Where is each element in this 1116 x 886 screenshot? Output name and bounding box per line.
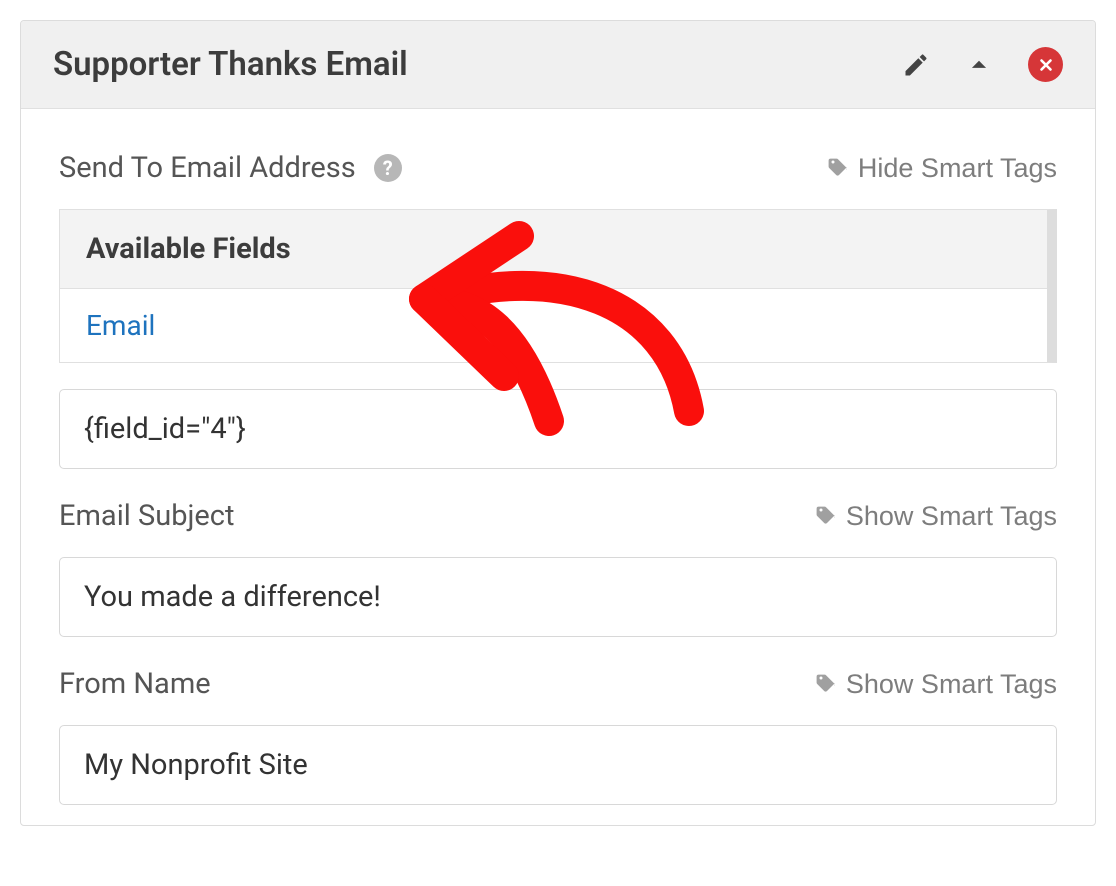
available-field-email[interactable]: Email xyxy=(60,289,1047,362)
send-to-input[interactable] xyxy=(59,389,1057,469)
hide-smart-tags-text: Hide Smart Tags xyxy=(858,153,1057,184)
email-subject-label: Email Subject xyxy=(59,499,234,533)
show-smart-tags-subject-button[interactable]: Show Smart Tags xyxy=(814,501,1057,532)
available-fields-panel: Available Fields Email xyxy=(59,209,1057,363)
tag-icon xyxy=(814,504,838,528)
panel-header: Supporter Thanks Email xyxy=(21,21,1095,109)
send-to-label: Send To Email Address ? xyxy=(59,151,402,185)
email-subject-row: Email Subject Show Smart Tags xyxy=(59,499,1057,533)
show-smart-tags-fromname-button[interactable]: Show Smart Tags xyxy=(814,669,1057,700)
from-name-input[interactable] xyxy=(59,725,1057,805)
help-icon[interactable]: ? xyxy=(374,154,402,182)
email-subject-input[interactable] xyxy=(59,557,1057,637)
show-smart-tags-fromname-text: Show Smart Tags xyxy=(846,669,1057,700)
panel-title: Supporter Thanks Email xyxy=(53,45,408,84)
tag-icon xyxy=(826,156,850,180)
panel-actions xyxy=(902,47,1063,82)
panel-body: Send To Email Address ? Hide Smart Tags … xyxy=(21,109,1095,825)
pencil-icon xyxy=(902,51,930,79)
available-fields-header: Available Fields xyxy=(60,210,1047,289)
show-smart-tags-subject-text: Show Smart Tags xyxy=(846,501,1057,532)
send-to-label-text: Send To Email Address xyxy=(59,151,356,185)
delete-button[interactable] xyxy=(1028,47,1063,82)
close-icon xyxy=(1028,47,1063,82)
edit-button[interactable] xyxy=(902,51,930,79)
send-to-row: Send To Email Address ? Hide Smart Tags xyxy=(59,151,1057,185)
from-name-block: From Name Show Smart Tags xyxy=(59,667,1057,805)
from-name-label: From Name xyxy=(59,667,211,701)
notification-panel: Supporter Thanks Email Send To Email Add… xyxy=(20,20,1096,826)
from-name-row: From Name Show Smart Tags xyxy=(59,667,1057,701)
collapse-button[interactable] xyxy=(962,48,996,82)
tag-icon xyxy=(814,672,838,696)
chevron-up-icon xyxy=(962,48,996,82)
send-to-block: Send To Email Address ? Hide Smart Tags … xyxy=(59,151,1057,469)
email-subject-block: Email Subject Show Smart Tags xyxy=(59,499,1057,637)
hide-smart-tags-button[interactable]: Hide Smart Tags xyxy=(826,153,1057,184)
